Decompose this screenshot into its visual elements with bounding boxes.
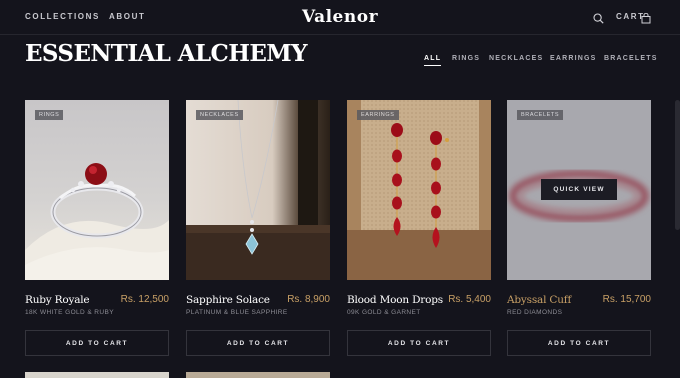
category-badge: NECKLACES [196,110,243,120]
filter-rings-tab[interactable]: RINGS [452,55,480,65]
product-price: Rs. 5,400 [448,294,491,305]
scrollbar[interactable] [675,100,680,230]
product-image[interactable] [186,100,330,280]
product-name[interactable]: Ruby Royale [25,294,90,306]
product-image[interactable] [25,100,169,280]
next-row-product-image[interactable] [25,372,169,378]
product-name[interactable]: Blood Moon Drops [347,294,443,306]
site-header: COLLECTIONS ABOUT Valenor CART [0,0,680,35]
product-name[interactable]: Abyssal Cuff [507,294,571,306]
add-to-cart-button[interactable]: ADD TO CART [186,330,330,356]
product-material: 18K WHITE GOLD & RUBY [25,309,114,316]
product-name[interactable]: Sapphire Solace [186,294,270,306]
product-price: Rs. 8,900 [287,294,330,305]
add-to-cart-button[interactable]: ADD TO CART [25,330,169,356]
product-material: RED DIAMONDS [507,309,563,316]
product-image[interactable] [347,100,491,280]
product-price: Rs. 15,700 [602,294,651,305]
filter-all-tab[interactable]: ALL [424,55,442,66]
category-badge: RINGS [35,110,64,120]
page-title: ESSENTIAL ALCHEMY [25,40,308,67]
category-badge: BRACELETS [517,110,564,120]
category-badge: EARRINGS [357,110,399,120]
filter-earrings-tab[interactable]: EARRINGS [550,55,597,65]
product-material: 09K GOLD & GARNET [347,309,421,316]
product-price: Rs. 12,500 [120,294,169,305]
search-icon[interactable] [593,11,604,29]
shopping-bag-icon[interactable] [641,11,651,29]
filter-necklaces-tab[interactable]: NECKLACES [489,55,543,65]
add-to-cart-button[interactable]: ADD TO CART [507,330,651,356]
filter-bracelets-tab[interactable]: BRACELETS [604,55,658,65]
product-material: PLATINUM & BLUE SAPPHIRE [186,309,288,316]
next-row-product-image[interactable] [186,372,330,378]
quick-view-button[interactable]: QUICK VIEW [541,179,617,200]
add-to-cart-button[interactable]: ADD TO CART [347,330,491,356]
brand-logo[interactable]: Valenor [0,7,680,27]
